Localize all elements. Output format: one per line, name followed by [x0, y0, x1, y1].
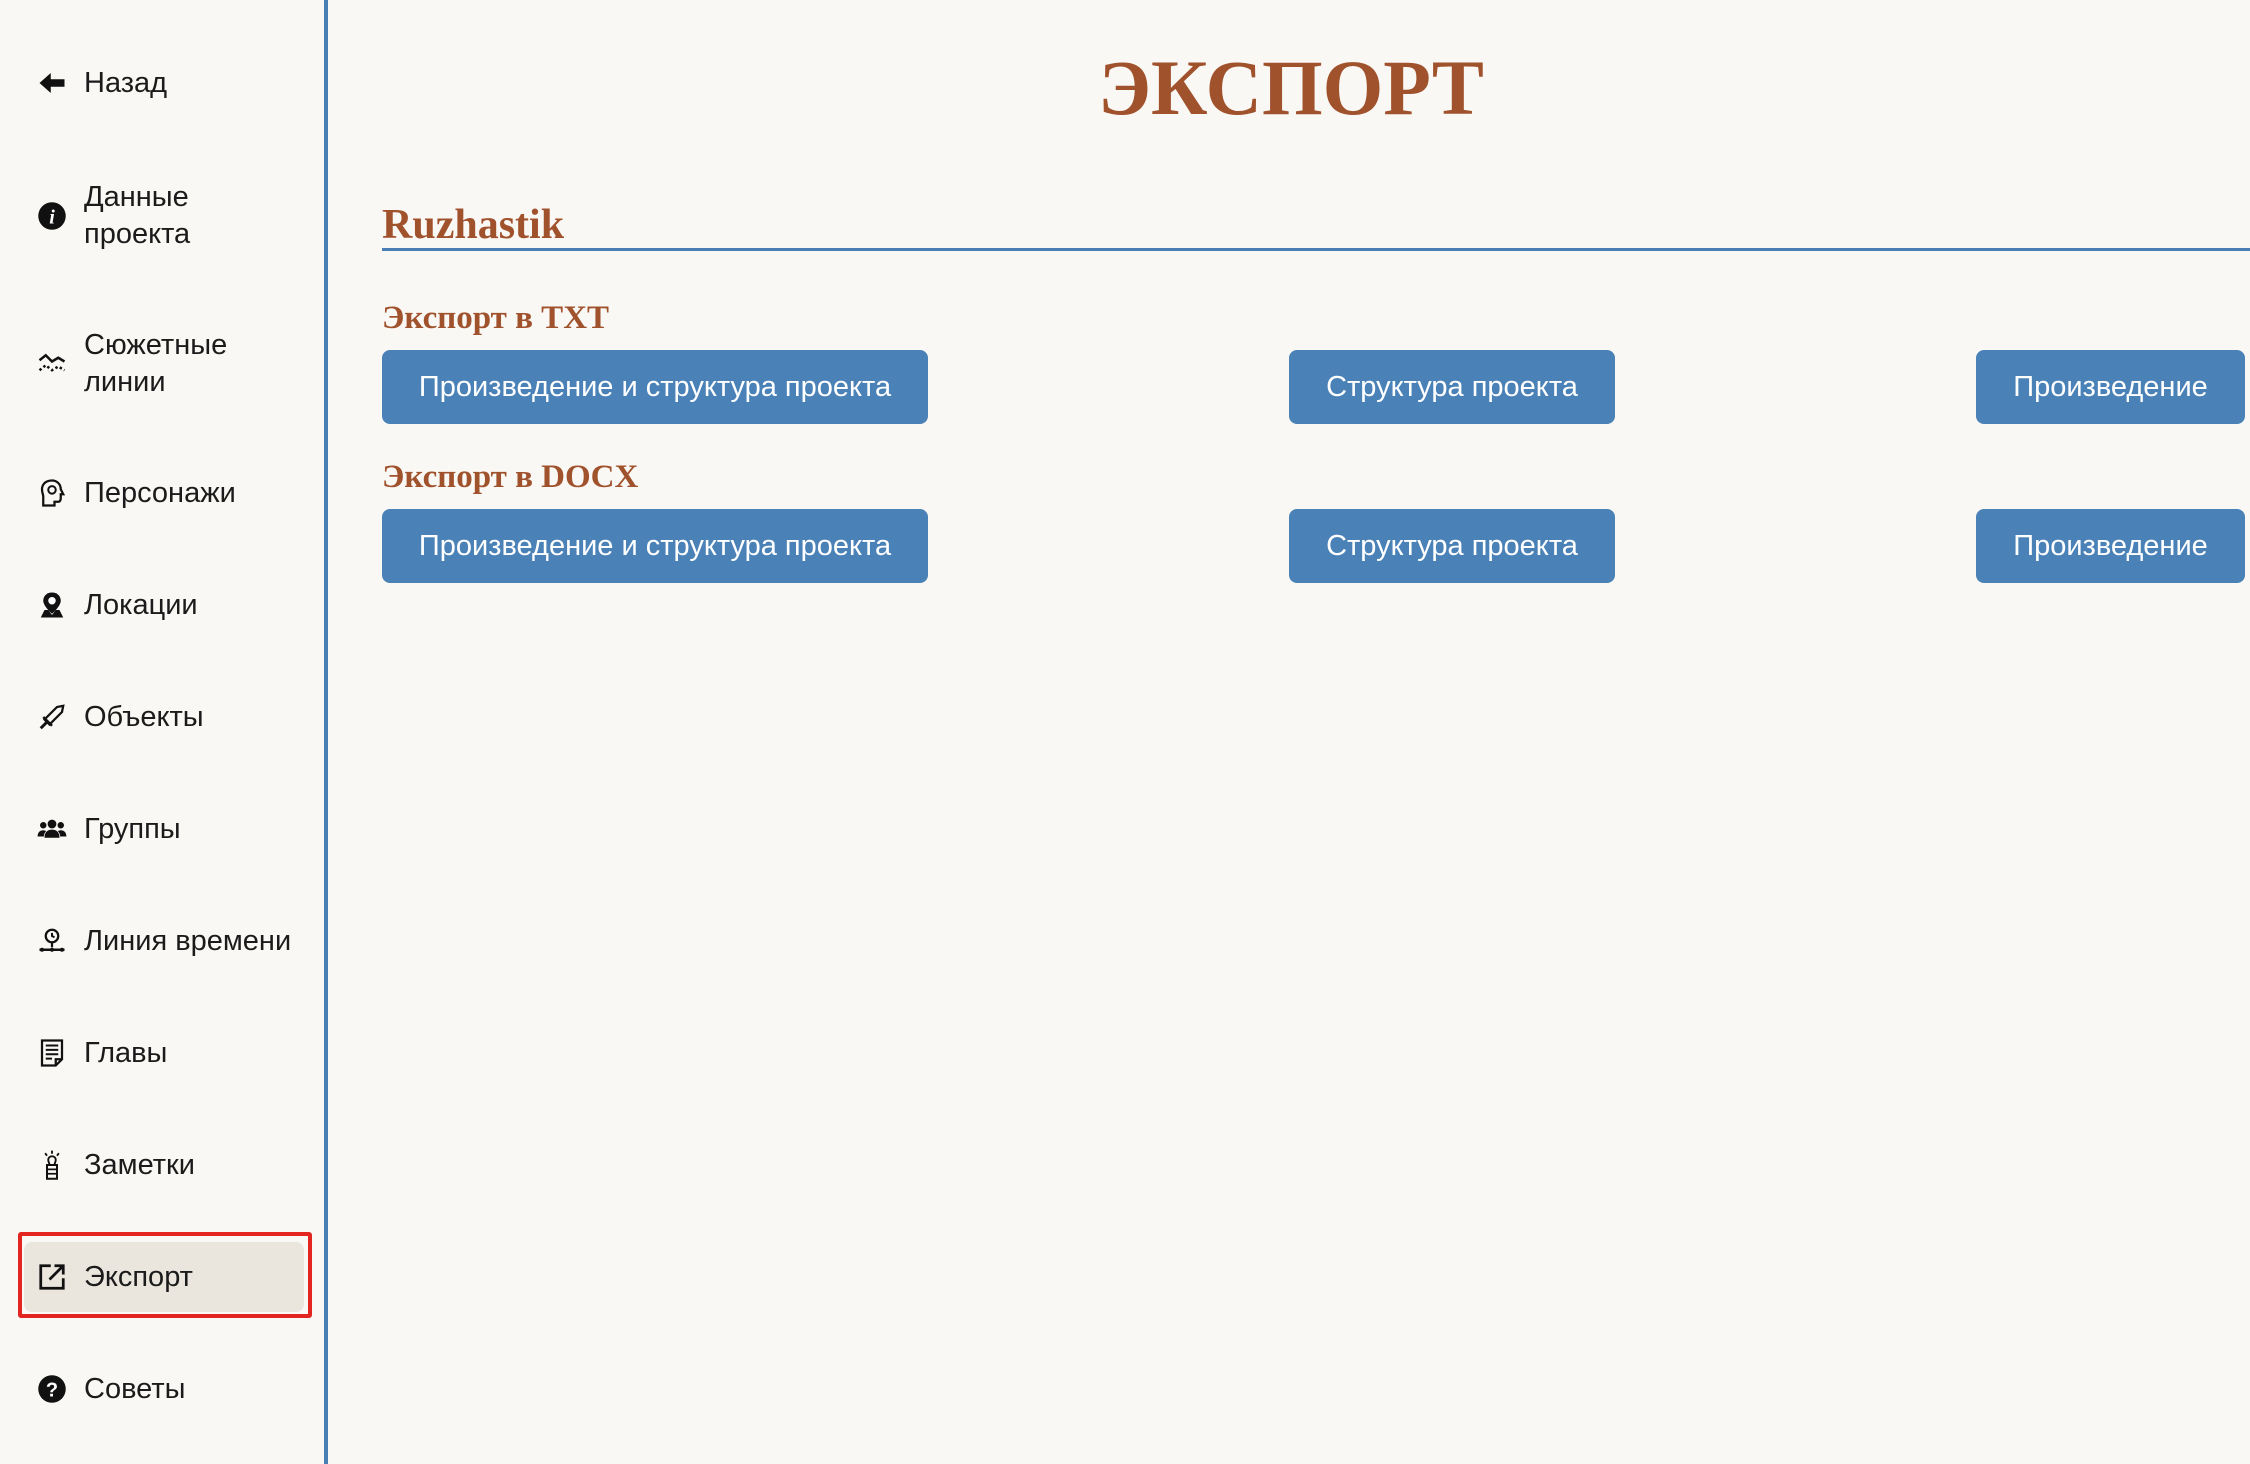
sidebar-item-groups[interactable]: Группы [24, 794, 304, 864]
sidebar-item-label: Линия времени [84, 924, 292, 957]
export-docx-work-button[interactable]: Произведение [1976, 509, 2245, 583]
plotlines-icon [32, 344, 72, 384]
sidebar-item-label: Заметки [84, 1148, 195, 1181]
location-pin-icon [32, 585, 72, 625]
export-icon [32, 1257, 72, 1297]
sidebar: Назад i Данные проекта Сюжетные линии Пе… [0, 0, 328, 1464]
export-txt-work-and-structure-button[interactable]: Произведение и структура проекта [382, 350, 928, 424]
project-divider [382, 248, 2250, 251]
info-icon: i [32, 196, 72, 236]
svg-text:i: i [49, 207, 55, 229]
sidebar-item-label: Советы [84, 1372, 186, 1405]
sidebar-item-plotlines[interactable]: Сюжетные линии [24, 324, 304, 404]
character-head-icon [32, 473, 72, 513]
main-content: ЭКСПОРТ Ruzhastik Экспорт в TXT Произвед… [332, 0, 2250, 1464]
sidebar-item-back[interactable]: Назад [24, 48, 304, 118]
group-users-icon [32, 809, 72, 849]
sword-icon [32, 697, 72, 737]
sidebar-item-label: Персонажи [84, 476, 236, 509]
sidebar-item-label: Локации [84, 588, 198, 621]
sidebar-item-label: Главы [84, 1036, 168, 1069]
app-window: Назад i Данные проекта Сюжетные линии Пе… [0, 0, 2250, 1464]
arrow-left-icon [32, 63, 72, 103]
sidebar-item-timeline[interactable]: Линия времени [24, 906, 304, 976]
sidebar-item-label: Данные проекта [84, 181, 191, 250]
export-docx-work-and-structure-button[interactable]: Произведение и структура проекта [382, 509, 928, 583]
section-title-txt: Экспорт в TXT [382, 300, 610, 336]
sidebar-item-objects[interactable]: Объекты [24, 682, 304, 752]
timeline-icon [32, 921, 72, 961]
question-circle-icon: ? [32, 1369, 72, 1409]
sidebar-item-label: Экспорт [84, 1260, 193, 1293]
sidebar-item-chapters[interactable]: Главы [24, 1018, 304, 1088]
export-docx-structure-button[interactable]: Структура проекта [1289, 509, 1615, 583]
project-name: Ruzhastik [382, 202, 565, 248]
sidebar-item-label: Объекты [84, 700, 204, 733]
notes-lightbulb-icon [32, 1145, 72, 1185]
chapters-document-icon [32, 1033, 72, 1073]
page-title: ЭКСПОРТ [1098, 44, 1484, 131]
sidebar-item-label: Назад [84, 66, 168, 99]
export-txt-work-button[interactable]: Произведение [1976, 350, 2245, 424]
sidebar-item-label: Группы [84, 812, 181, 845]
svg-text:?: ? [46, 1380, 58, 1402]
sidebar-item-tips[interactable]: ? Советы [24, 1354, 304, 1424]
sidebar-item-project-data[interactable]: i Данные проекта [24, 176, 304, 256]
export-txt-structure-button[interactable]: Структура проекта [1289, 350, 1615, 424]
section-title-docx: Экспорт в DOCX [382, 459, 639, 495]
sidebar-item-label: Сюжетные линии [84, 329, 228, 398]
sidebar-item-notes[interactable]: Заметки [24, 1130, 304, 1200]
sidebar-item-export[interactable]: Экспорт [24, 1242, 304, 1312]
sidebar-item-characters[interactable]: Персонажи [24, 458, 304, 528]
sidebar-item-locations[interactable]: Локации [24, 570, 304, 640]
